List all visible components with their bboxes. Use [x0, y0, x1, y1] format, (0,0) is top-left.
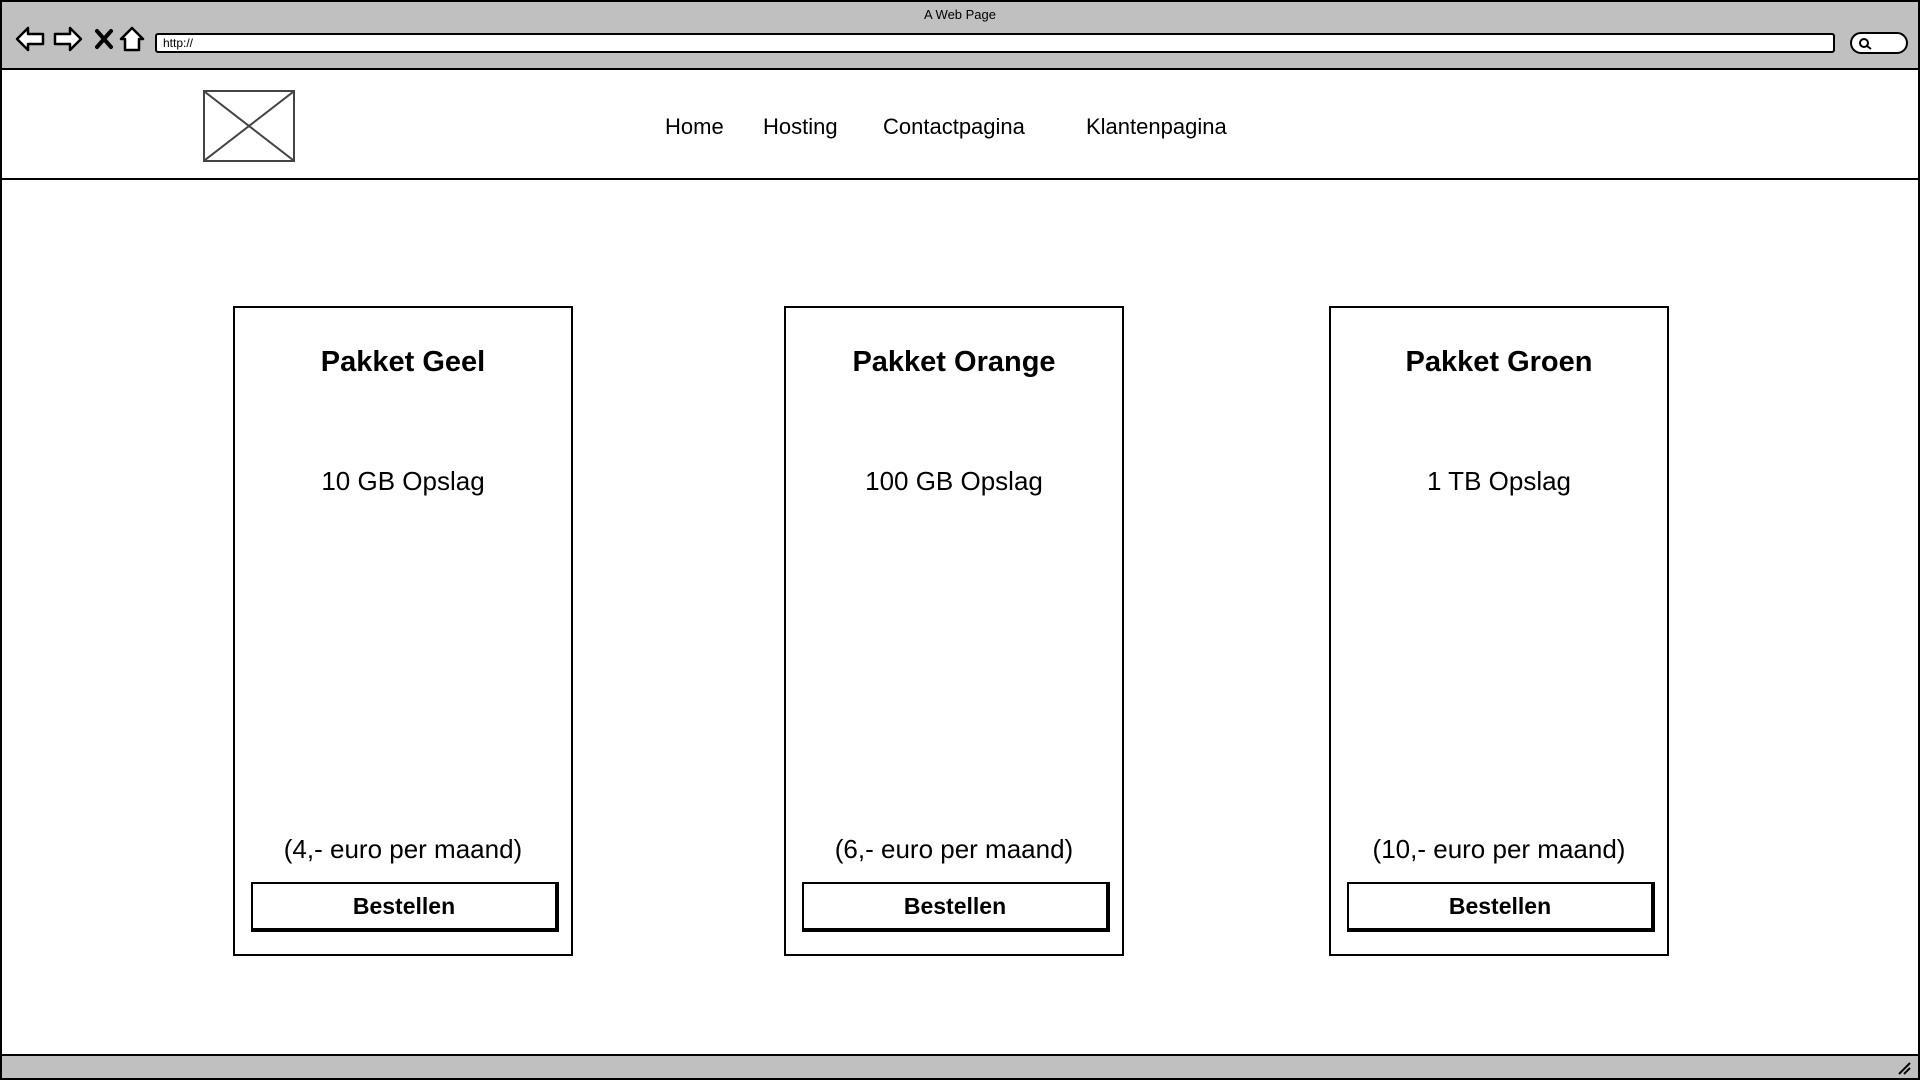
package-price: (6,- euro per maand) — [834, 834, 1074, 864]
nav-home[interactable]: Home — [665, 114, 724, 140]
browser-window: A Web Page http:// Home Hosting Contactp… — [0, 0, 1920, 1080]
window-title: A Web Page — [923, 7, 997, 22]
browser-toolbar: A Web Page http:// — [2, 2, 1918, 70]
forward-arrow-icon[interactable] — [52, 24, 84, 54]
order-button-orange[interactable]: Bestellen — [802, 882, 1110, 932]
url-input[interactable]: http:// — [155, 33, 1835, 53]
package-storage: 10 GB Opslag — [321, 466, 485, 496]
nav-klantenpagina[interactable]: Klantenpagina — [1086, 114, 1227, 140]
package-storage: 1 TB Opslag — [1426, 466, 1572, 496]
package-storage: 100 GB Opslag — [865, 466, 1043, 496]
logo-image-placeholder[interactable] — [203, 90, 295, 162]
browser-search-button[interactable] — [1850, 32, 1908, 54]
search-icon — [1859, 38, 1872, 50]
package-price: (10,- euro per maand) — [1372, 834, 1626, 864]
package-title: Pakket Orange — [852, 346, 1056, 378]
package-card-groen: Pakket Groen 1 TB Opslag (10,- euro per … — [1329, 306, 1669, 956]
package-card-orange: Pakket Orange 100 GB Opslag (6,- euro pe… — [784, 306, 1124, 956]
status-bar — [2, 1054, 1918, 1078]
package-title: Pakket Groen — [1405, 346, 1593, 378]
package-title: Pakket Geel — [320, 346, 486, 378]
back-arrow-icon[interactable] — [14, 24, 46, 54]
site-header: Home Hosting Contactpagina Klantenpagina — [2, 72, 1918, 180]
nav-hosting[interactable]: Hosting — [763, 114, 838, 140]
package-card-geel: Pakket Geel 10 GB Opslag (4,- euro per m… — [233, 306, 573, 956]
resize-grip-icon[interactable] — [1896, 1060, 1912, 1076]
image-placeholder-icon — [205, 92, 293, 160]
order-button-geel[interactable]: Bestellen — [251, 882, 559, 932]
order-button-groen[interactable]: Bestellen — [1347, 882, 1655, 932]
nav-contactpagina[interactable]: Contactpagina — [883, 114, 1025, 140]
home-icon[interactable] — [116, 24, 148, 54]
package-price: (4,- euro per maand) — [283, 834, 523, 864]
